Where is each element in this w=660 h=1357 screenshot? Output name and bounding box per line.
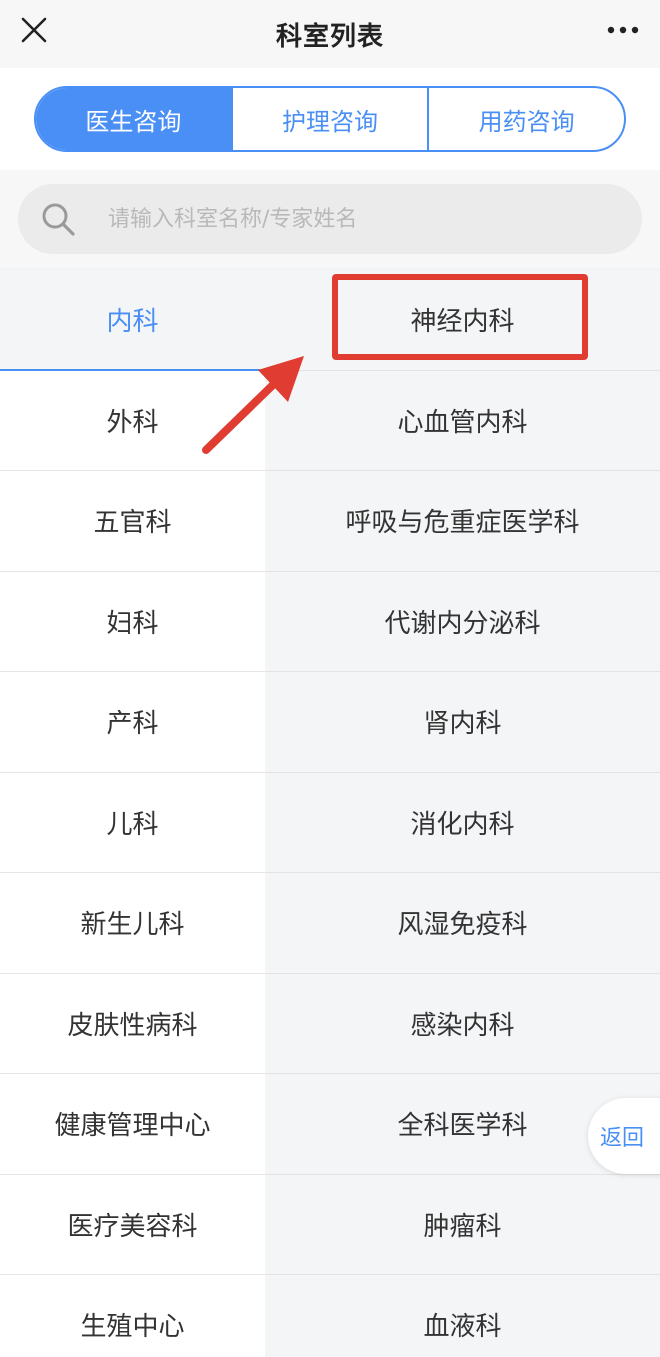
department-list: 神经内科 心血管内科 呼吸与危重症医学科 代谢内分泌科 肾内科 消化内科 风湿免… (265, 270, 660, 1357)
category-item-dermatology[interactable]: 皮肤性病科 (0, 973, 265, 1074)
category-item-obstetrics[interactable]: 产科 (0, 672, 265, 773)
category-item-surgery[interactable]: 外科 (0, 370, 265, 471)
department-item-respiratory[interactable]: 呼吸与危重症医学科 (265, 471, 660, 572)
category-item-internal-medicine[interactable]: 内科 (0, 270, 265, 371)
department-item-nephrology[interactable]: 肾内科 (265, 672, 660, 773)
department-item-endocrinology[interactable]: 代谢内分泌科 (265, 572, 660, 672)
page-title: 科室列表 (275, 21, 384, 52)
department-item-gastroenterology[interactable]: 消化内科 (265, 773, 660, 873)
department-item-neurology[interactable]: 神经内科 (265, 270, 660, 371)
search-area (0, 170, 660, 268)
category-item-gynecology[interactable]: 妇科 (0, 571, 265, 672)
return-button[interactable]: 返回 (588, 1098, 660, 1174)
category-item-pediatrics[interactable]: 儿科 (0, 772, 265, 873)
tab-medication-consult[interactable]: 用药咨询 (427, 88, 624, 150)
department-item-oncology[interactable]: 肿瘤科 (265, 1175, 660, 1275)
header-bar: 科室列表 (0, 0, 660, 68)
department-item-rheumatology[interactable]: 风湿免疫科 (265, 873, 660, 974)
department-item-hematology[interactable]: 血液科 (265, 1275, 660, 1357)
category-item-reproductive[interactable]: 生殖中心 (0, 1275, 265, 1357)
consult-tabs-area: 医生咨询 护理咨询 用药咨询 (0, 68, 660, 170)
category-item-health-management[interactable]: 健康管理中心 (0, 1074, 265, 1175)
category-list: 内科 外科 五官科 妇科 产科 儿科 新生儿科 皮肤性病科 健康管理中心 医疗美… (0, 270, 265, 1357)
search-bar[interactable] (18, 184, 642, 254)
department-item-cardiology[interactable]: 心血管内科 (265, 371, 660, 471)
consult-tabs: 医生咨询 护理咨询 用药咨询 (34, 86, 626, 152)
department-item-infectious[interactable]: 感染内科 (265, 974, 660, 1074)
more-dots-icon[interactable] (606, 18, 640, 42)
close-icon[interactable] (18, 14, 50, 46)
category-item-ent[interactable]: 五官科 (0, 471, 265, 572)
search-input[interactable] (108, 206, 588, 232)
tab-nursing-consult[interactable]: 护理咨询 (230, 88, 428, 150)
tab-doctor-consult[interactable]: 医生咨询 (36, 88, 231, 150)
search-icon (42, 203, 75, 236)
category-item-cosmetic[interactable]: 医疗美容科 (0, 1174, 265, 1275)
category-item-neonatology[interactable]: 新生儿科 (0, 873, 265, 974)
